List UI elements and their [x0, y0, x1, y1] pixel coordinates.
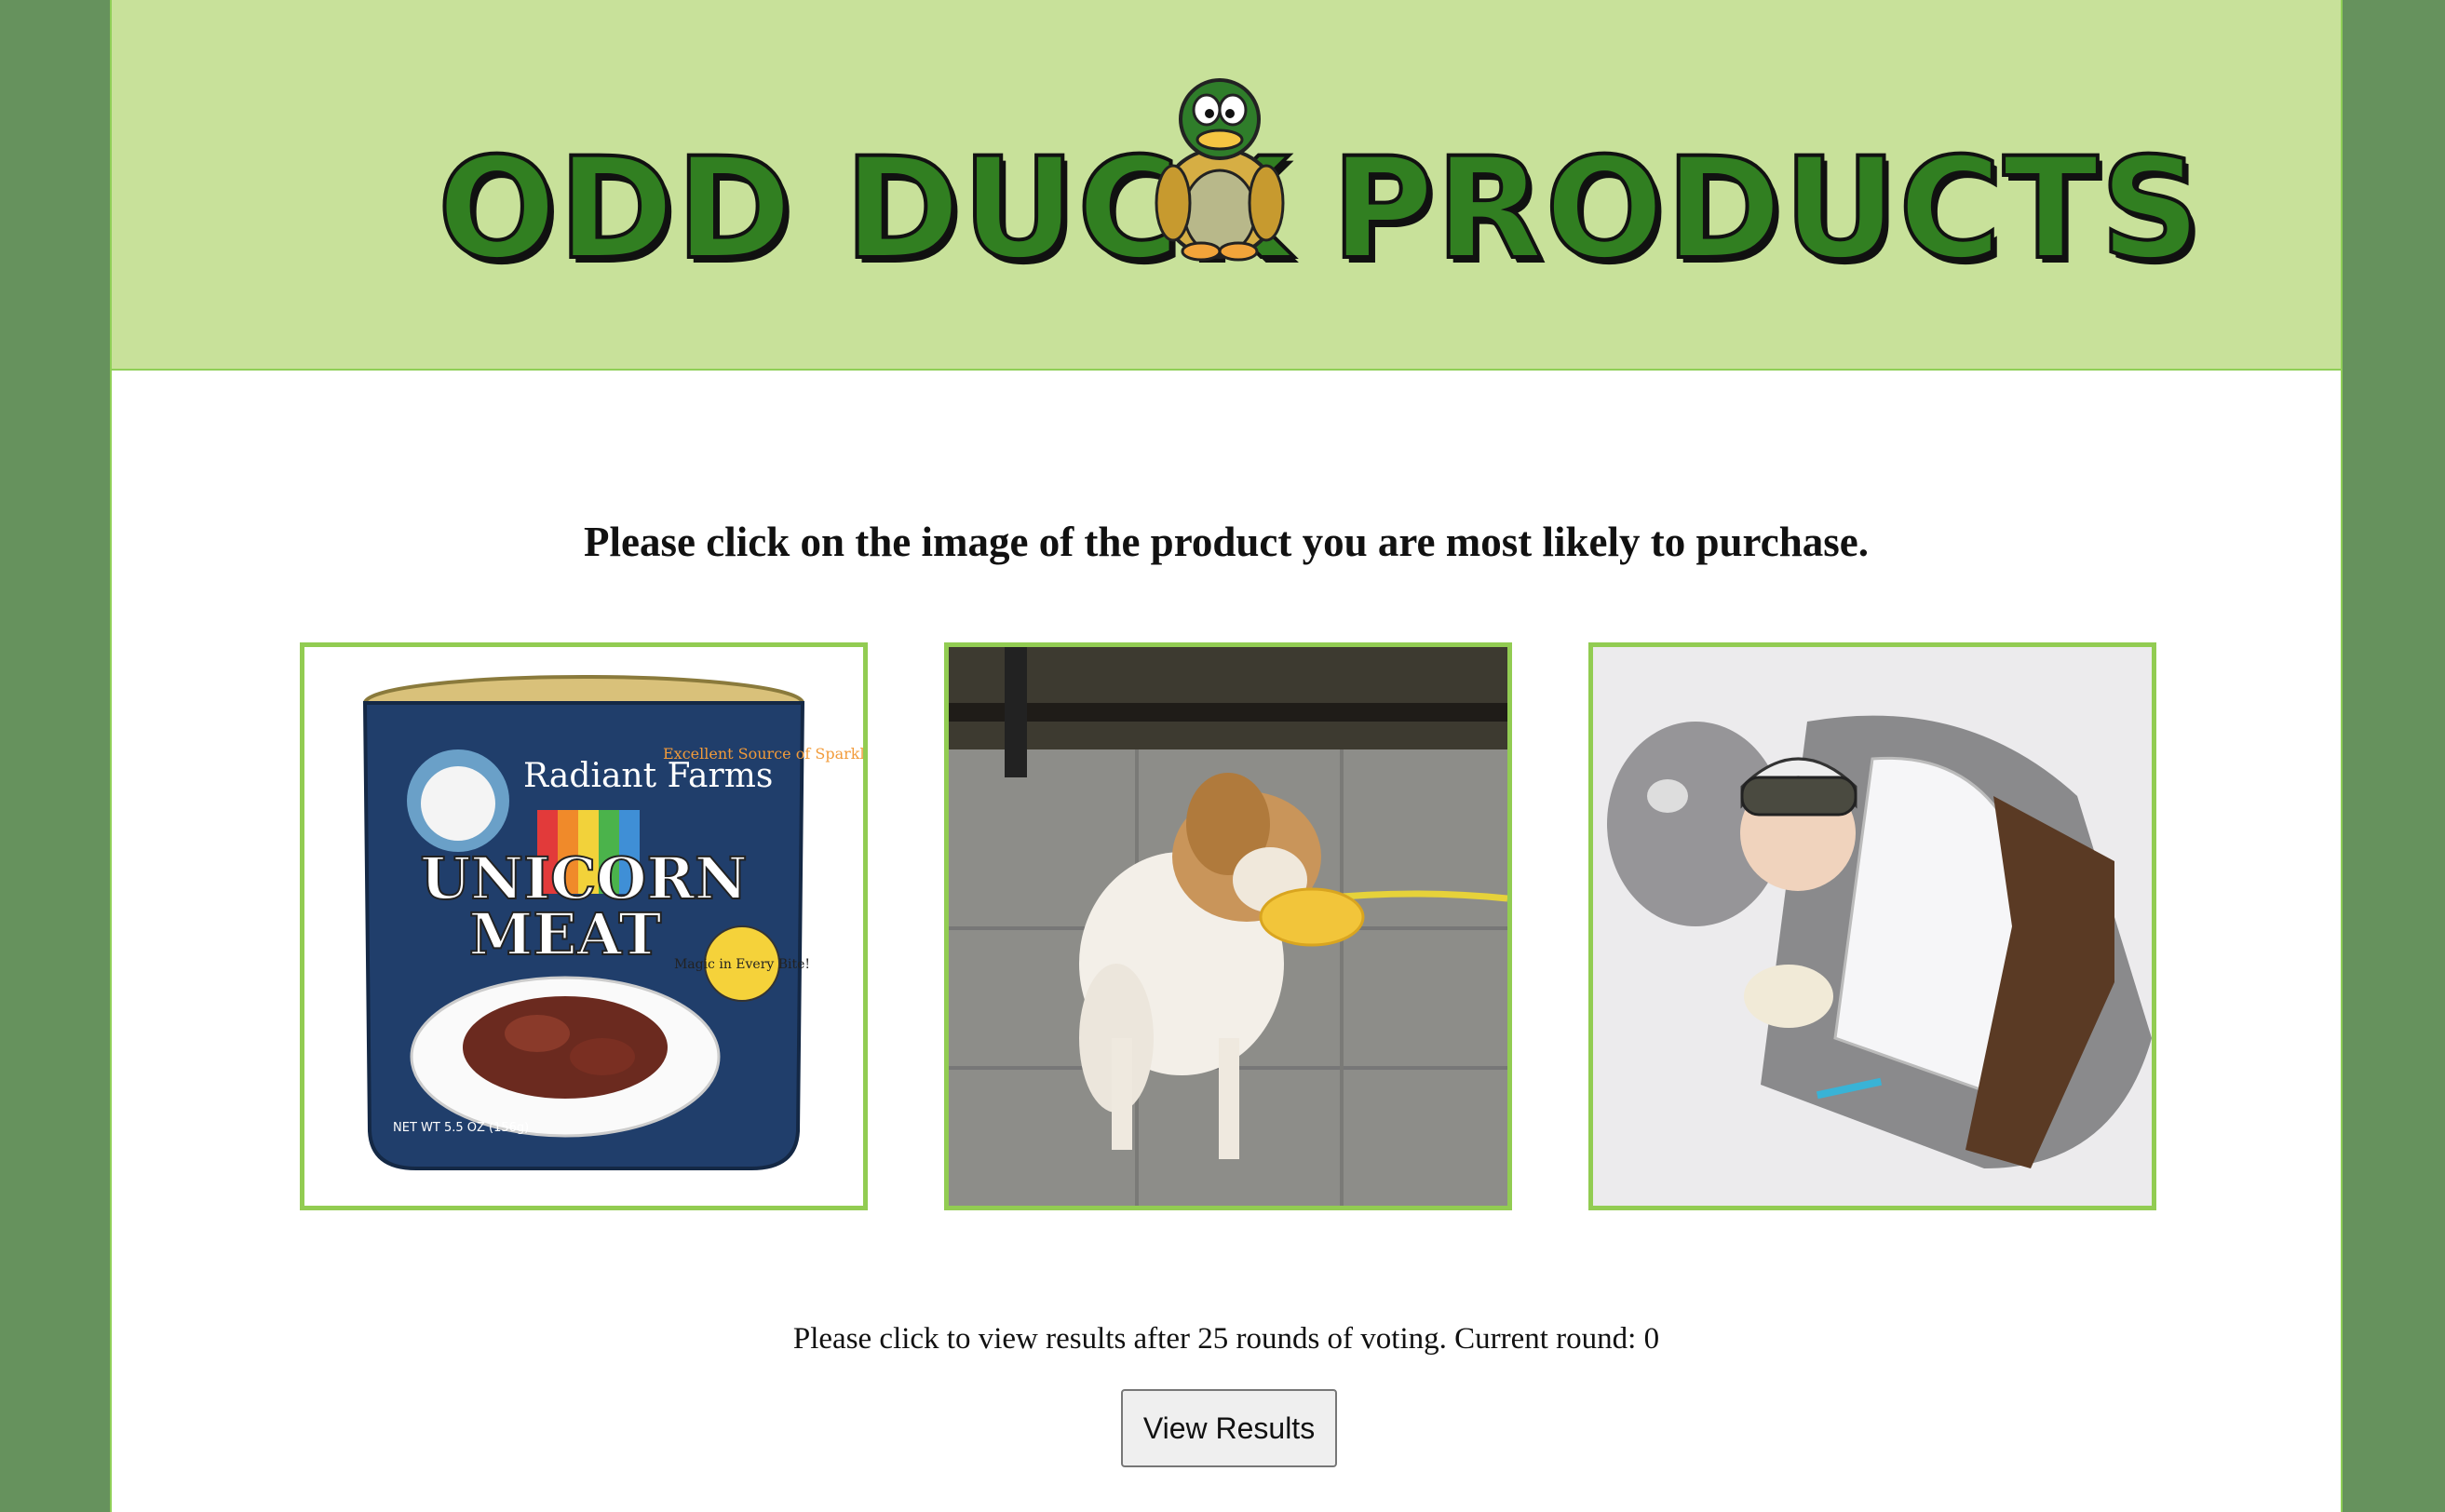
can-brand: Radiant Farms	[523, 757, 773, 795]
duck-icon	[1155, 78, 1285, 262]
dog-duck-image	[949, 647, 1507, 1206]
page-container: ODD DUCK PRODUCTS Please click on the im…	[110, 0, 2343, 1512]
can-tag: Excellent Source of Sparkles	[663, 745, 863, 763]
product-image-tauntaun[interactable]	[1588, 642, 2156, 1210]
logo-text-right: PRODUCTS	[1330, 128, 2203, 290]
can-badge: Magic in Every Bite!	[674, 957, 810, 972]
product-image-unicorn-meat[interactable]: Radiant Farms Excellent Source of Sparkl…	[300, 642, 868, 1210]
tauntaun-sleeping-bag-image	[1593, 647, 2152, 1206]
site-header: ODD DUCK PRODUCTS	[112, 0, 2341, 371]
can-weight: NET WT 5.5 OZ (156g)	[393, 1121, 529, 1135]
unicorn-meat-can-image: Radiant Farms Excellent Source of Sparkl…	[304, 647, 863, 1206]
can-title-2: MEAT	[469, 900, 662, 968]
voting-prompt: Please click on the image of the product…	[584, 519, 1869, 565]
product-image-dog-duck[interactable]	[944, 642, 1512, 1210]
view-results-button[interactable]: View Results	[1121, 1389, 1337, 1467]
round-status-text: Please click to view results after 25 ro…	[792, 1322, 1660, 1356]
